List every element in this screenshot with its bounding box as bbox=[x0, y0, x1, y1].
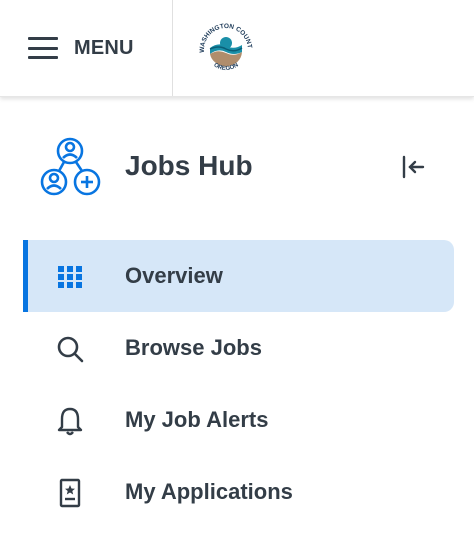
header-divider bbox=[172, 0, 173, 96]
sidebar-nav: Overview Browse Jobs My Job Alerts My Ap… bbox=[23, 240, 454, 528]
washington-county-logo[interactable]: WASHINGTON COUNTY OREGON bbox=[194, 18, 258, 82]
nav-item-label: Overview bbox=[125, 263, 223, 288]
top-bar: MENU WASHINGTON COUNTY OREGON bbox=[0, 0, 474, 97]
people-network-icon bbox=[40, 137, 101, 196]
nav-item-job-alerts[interactable]: My Job Alerts bbox=[23, 384, 454, 456]
hub-title: Jobs Hub bbox=[125, 150, 253, 181]
bell-icon bbox=[57, 407, 83, 436]
collapse-left-icon[interactable] bbox=[398, 152, 428, 182]
nav-item-label: Browse Jobs bbox=[125, 335, 262, 360]
search-icon bbox=[57, 336, 84, 363]
nav-item-label: My Applications bbox=[125, 479, 293, 504]
nav-item-browse-jobs[interactable]: Browse Jobs bbox=[23, 312, 454, 384]
nav-item-overview[interactable]: Overview bbox=[23, 240, 454, 312]
hamburger-icon bbox=[28, 37, 58, 59]
menu-button[interactable]: MENU bbox=[28, 30, 134, 66]
hub-header: Jobs Hub bbox=[0, 96, 474, 236]
nav-item-my-applications[interactable]: My Applications bbox=[23, 456, 454, 528]
grid-icon bbox=[58, 266, 82, 288]
nav-item-label: My Job Alerts bbox=[125, 407, 269, 432]
document-star-icon bbox=[59, 478, 81, 508]
menu-label: MENU bbox=[74, 36, 134, 59]
